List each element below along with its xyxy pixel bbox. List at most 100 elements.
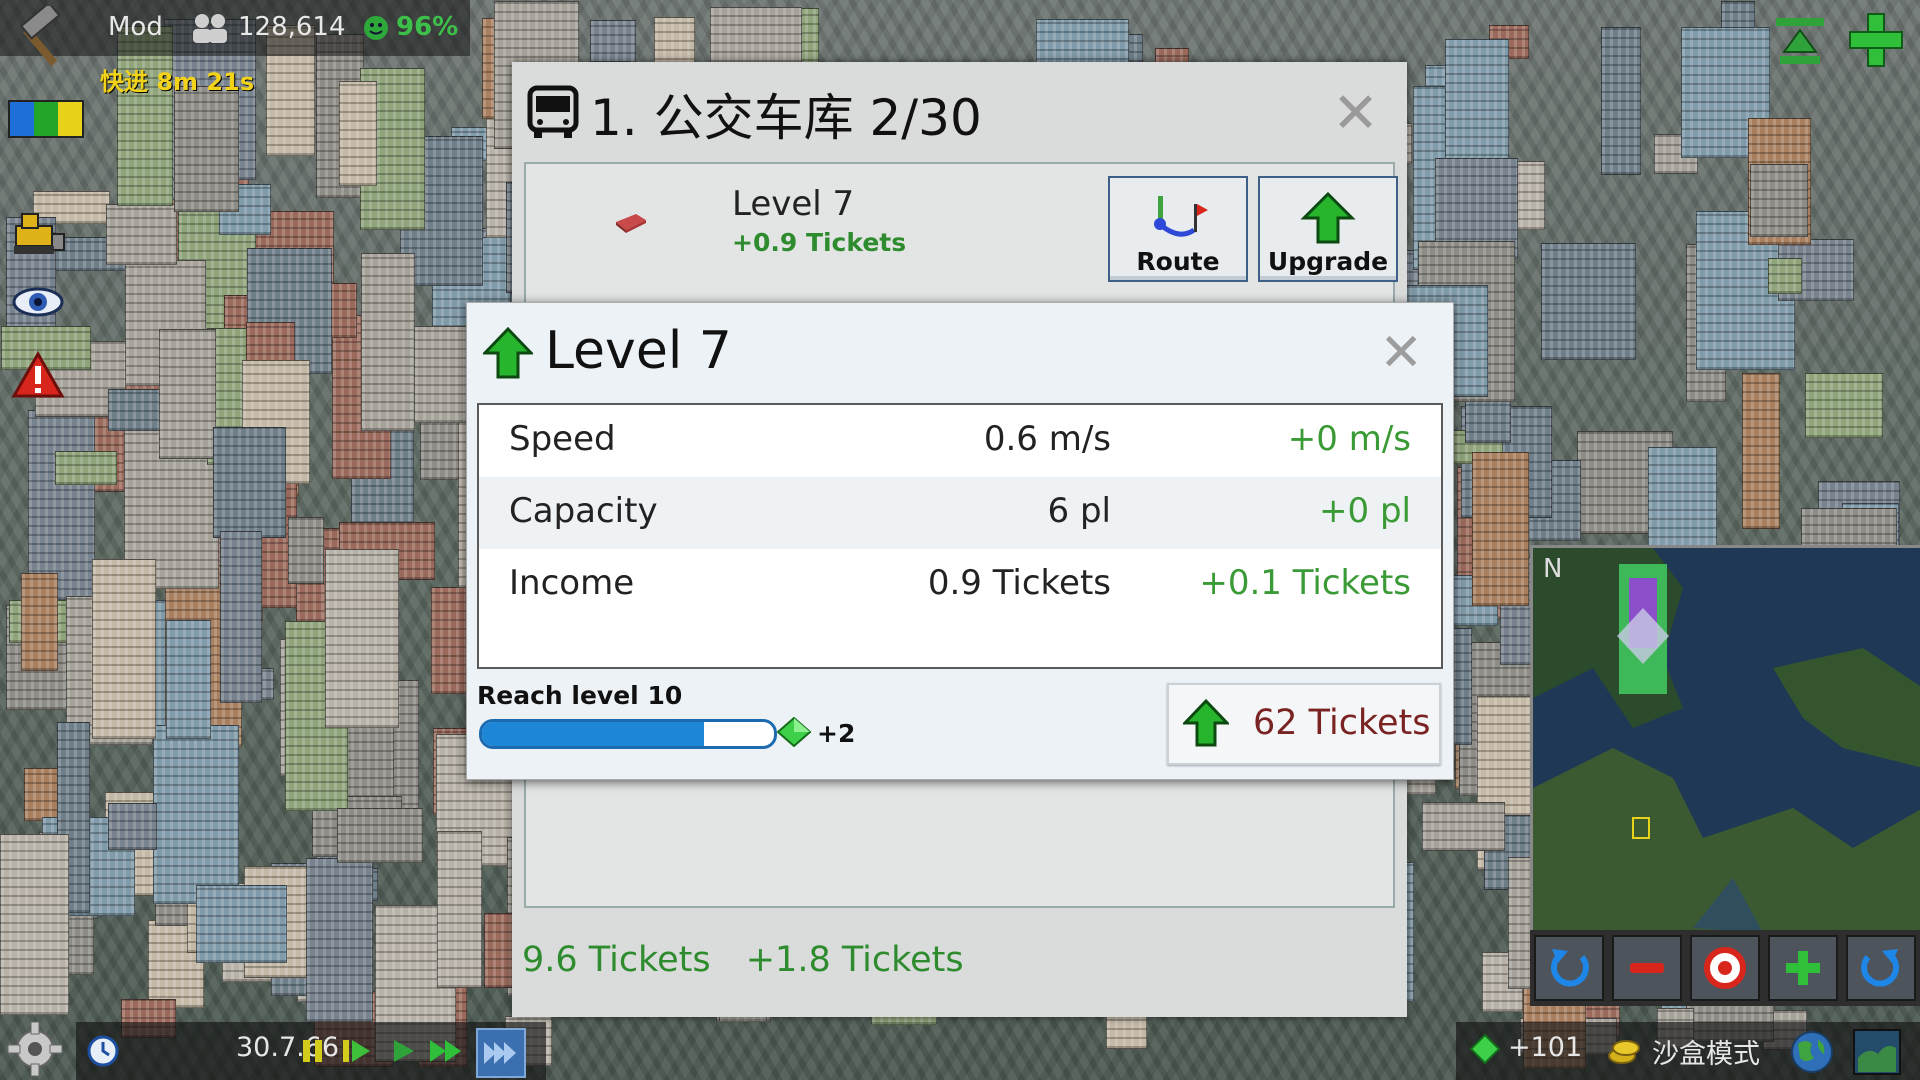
terrain-tool-icon[interactable] [1770,10,1830,70]
play-icon[interactable] [388,1036,418,1066]
stats-table: Speed 0.6 m/s +0 m/s Capacity 6 pl +0 pl… [477,403,1443,669]
building [108,803,157,850]
rotate-left-button[interactable] [1534,935,1604,1001]
fast-speed-icon[interactable] [428,1036,464,1066]
upgrade-arrow-icon [1300,192,1356,244]
building [325,549,399,728]
color-blocks[interactable] [8,100,84,138]
building [213,427,286,538]
happiness-icon [364,16,388,40]
route-icon [1154,196,1208,237]
building [339,81,377,186]
stat-row-speed: Speed 0.6 m/s +0 m/s [479,405,1441,477]
gem-icon [1470,1034,1500,1064]
building [166,620,211,739]
building [174,86,239,212]
building [337,808,423,863]
stat-delta: +0 m/s [1287,419,1411,459]
center-button[interactable] [1690,935,1760,1001]
upgrade-arrow-icon [1183,699,1229,747]
stat-delta: +0.1 Tickets [1199,563,1411,603]
vehicle-income: +0.9 Tickets [732,228,907,257]
building [159,329,216,459]
population-count[interactable]: 128,614 [238,12,346,42]
stat-row-capacity: Capacity 6 pl +0 pl [479,477,1441,549]
mod-label[interactable]: Mod [108,12,163,42]
minimap-controls [1530,930,1920,1006]
total-income: 9.6 Tickets [522,940,711,980]
coin-stack-icon [1608,1040,1640,1064]
close-icon[interactable]: ✕ [1332,86,1379,142]
stat-label: Income [509,563,635,603]
gem-reward: +2 [817,719,856,748]
eye-icon[interactable] [10,276,66,328]
building [1742,373,1780,529]
sandbox-mode-label[interactable]: 沙盒模式 [1652,1032,1760,1071]
route-label: Route [1136,247,1220,276]
target-icon [1704,947,1746,989]
building [28,410,95,600]
close-icon[interactable]: ✕ [1379,327,1423,379]
bulldozer-icon[interactable] [10,206,66,258]
population-icon [193,14,227,43]
fastest-speed-icon [484,1042,516,1064]
building [1541,243,1636,360]
plus-icon [1786,951,1820,985]
level-title: Level 7 [545,321,732,381]
building [1422,802,1505,851]
building [92,559,156,739]
building [288,517,324,584]
fast-forward-timer: 快进 8m 21s [100,68,255,96]
happiness-value: 96% [396,12,459,42]
reach-level-label: Reach level 10 [477,681,683,710]
minus-icon [1630,963,1664,973]
building [1601,27,1641,175]
bus-thumbnail [616,214,646,233]
building [106,204,177,265]
buy-upgrade-button[interactable]: 62 Tickets [1167,683,1441,765]
rotate-right-button[interactable] [1846,935,1916,1001]
stat-delta: +0 pl [1319,491,1411,531]
upgrade-label: Upgrade [1267,247,1389,276]
building [0,834,69,1015]
clock-icon[interactable] [86,1034,120,1068]
bus-icon [527,85,579,138]
depot-income-summary: 9.6 Tickets +1.8 Tickets [522,940,988,980]
gem-count[interactable]: +101 [1508,1032,1582,1063]
globe-icon[interactable] [1788,1028,1836,1076]
stat-value: 6 pl [1047,491,1111,531]
route-button[interactable]: Route [1108,176,1248,282]
stat-label: Speed [509,419,616,459]
gem-icon [777,717,811,747]
building [1750,164,1808,237]
building [361,253,415,431]
building [1768,258,1802,294]
stat-value: 0.9 Tickets [927,563,1111,603]
minimap[interactable]: N [1530,545,1920,936]
building [437,831,482,988]
zoom-in-button[interactable] [1768,935,1838,1001]
building [306,858,373,1022]
building [220,531,262,703]
minimap-terrain [1533,548,1920,933]
stat-value: 0.6 m/s [983,419,1111,459]
level-progress-bar [479,719,777,749]
slow-speed-icon[interactable] [340,1036,374,1066]
building [55,451,117,485]
zoom-out-button[interactable] [1612,935,1682,1001]
progress-fill [482,722,704,746]
building [21,573,58,671]
building [1472,452,1529,606]
upgrade-cost: 62 Tickets [1253,703,1431,743]
pause-icon[interactable] [298,1036,328,1066]
vehicle-level: Level 7 [732,184,855,224]
building [1805,373,1883,438]
add-icon[interactable] [1846,10,1906,70]
warning-icon[interactable] [10,350,66,402]
region-map-icon[interactable] [1852,1028,1902,1076]
upgrade-button[interactable]: Upgrade [1258,176,1398,282]
bottom-bar: 30.7.66 +101 沙盒模式 [0,1022,1920,1080]
stat-label: Capacity [509,491,658,531]
fastest-speed-button[interactable] [476,1028,526,1078]
hammer-icon[interactable] [10,6,72,68]
